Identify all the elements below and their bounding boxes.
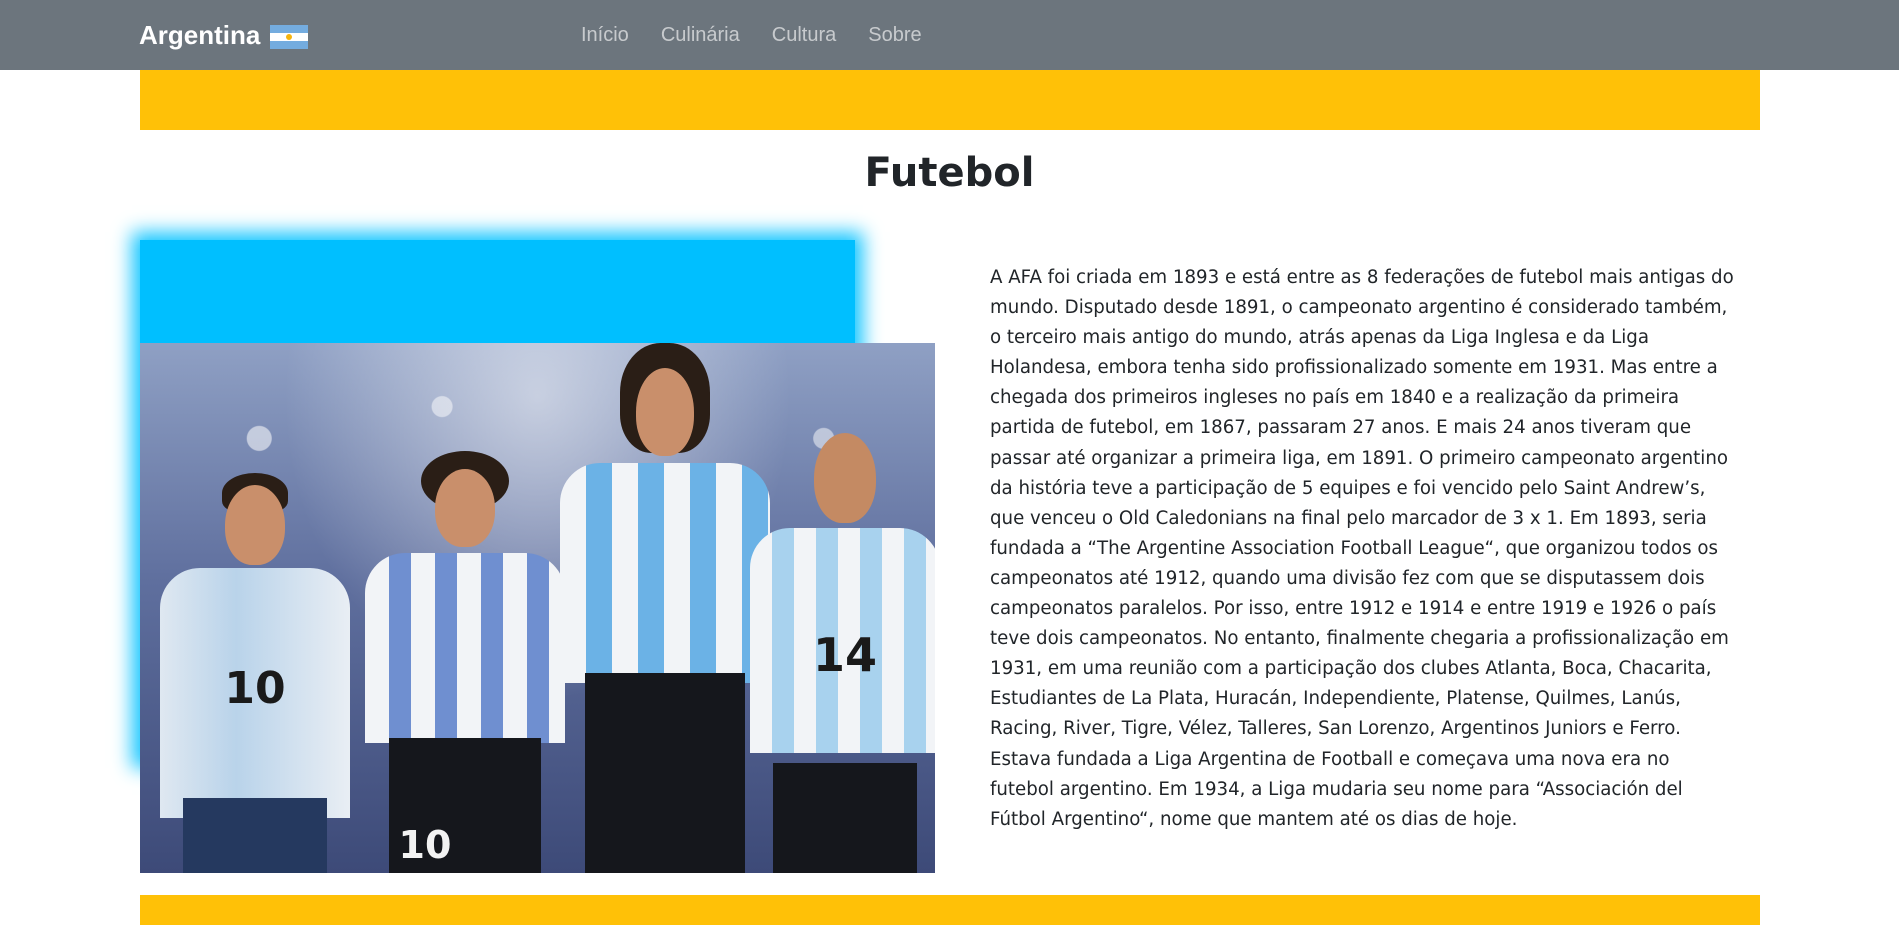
football-players-image: 10 10 14 — [140, 343, 935, 873]
brand-label: Argentina — [139, 19, 261, 50]
jersey-number: 10 — [398, 823, 452, 867]
jersey-number: 10 — [224, 663, 286, 714]
nav-link-inicio[interactable]: Início — [565, 24, 645, 47]
player-figure: 10 — [160, 433, 350, 873]
nav-link-sobre[interactable]: Sobre — [852, 24, 937, 47]
nav-link-culinaria[interactable]: Culinária — [645, 24, 756, 47]
nav-links: Início Culinária Cultura Sobre — [565, 0, 938, 70]
player-figure — [560, 343, 770, 873]
page-title: Futebol — [864, 150, 1035, 196]
football-history-paragraph: A AFA foi criada em 1893 e está entre as… — [990, 267, 1734, 830]
argentina-flag-icon — [270, 25, 309, 49]
player-figure: 14 — [750, 383, 935, 873]
player-figure: 10 — [365, 403, 565, 873]
brand-link[interactable]: Argentina — [139, 0, 309, 70]
navbar: Argentina Início Culinária Cultura Sobre — [0, 0, 1899, 70]
nav-link-cultura[interactable]: Cultura — [756, 24, 852, 47]
top-accent-band — [140, 70, 1760, 130]
bottom-accent-band — [140, 895, 1760, 925]
jersey-number: 14 — [812, 628, 877, 682]
